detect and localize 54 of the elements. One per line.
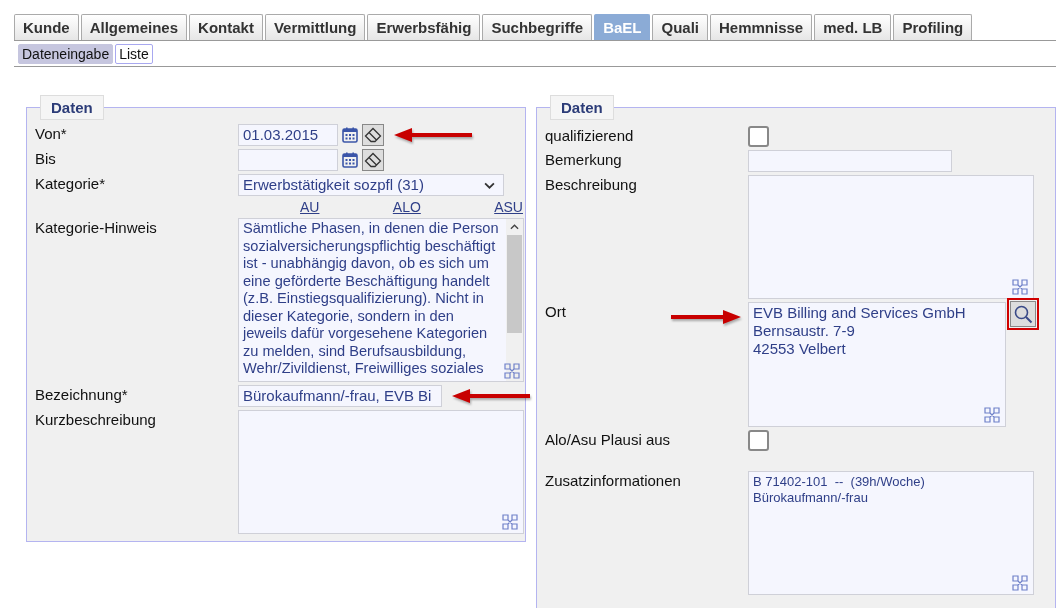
eraser-icon (364, 126, 382, 144)
address-area[interactable]: EVB Billing and Services GmbH Bernsaustr. 7-9 42553 Velbert (748, 302, 1006, 427)
text-field[interactable] (748, 150, 952, 172)
tab[interactable]: Erwerbsfähig (367, 14, 481, 40)
field-label: Von* (35, 124, 67, 144)
link[interactable]: ALO (392, 199, 421, 215)
panel-title: Daten (40, 95, 104, 120)
field-label: Bezeichnung* (35, 385, 128, 405)
link[interactable]: AU (300, 199, 320, 215)
subtab[interactable]: Liste (115, 44, 153, 64)
tab[interactable]: Quali (652, 14, 708, 40)
calendar-icon[interactable] (342, 152, 358, 168)
tab[interactable]: Hemmnisse (710, 14, 813, 40)
link[interactable]: ASU (494, 199, 523, 215)
tab[interactable]: Profiling (893, 14, 973, 40)
resize-grip-icon[interactable] (1012, 575, 1028, 591)
field-label: Ort (545, 302, 566, 322)
clear-button[interactable] (362, 149, 384, 171)
date-field[interactable]: 01.03.2015 (238, 124, 338, 146)
category-dropdown[interactable]: Erwerbstätigkeit sozpfl (31) (238, 174, 504, 196)
text-area[interactable]: Sämtliche Phasen, in denen die Person sozialversicherungspflichtig beschäftigt ist - unabhängig davon, ob es sich um eine geförderte Beschäftigung handelt (z.B. Einstiegsqualifizierung). Nicht in dieser Kategorie, sondern in den jeweils dafür vorgesehene Kategorien zu melden, sind Berufsausbildung, Wehr/Zivildienst, Freiwilliges soziales (238, 218, 524, 382)
scroll-up-icon[interactable] (510, 224, 519, 230)
resize-grip-icon[interactable] (1012, 279, 1028, 295)
field-label: Bis (35, 149, 56, 169)
date-field[interactable] (238, 149, 338, 171)
search-icon (1013, 304, 1033, 324)
field-label: Bemerkung (545, 150, 622, 170)
tab[interactable]: Kontakt (189, 14, 263, 40)
calendar-icon[interactable] (342, 127, 358, 143)
field-label: Zusatzinformationen (545, 471, 681, 491)
scrollbar[interactable] (506, 219, 523, 381)
text-area[interactable]: B 71402-101 -- (39h/Woche) Bürokaufmann/-frau (748, 471, 1034, 595)
tab[interactable]: Kunde (14, 14, 79, 40)
resize-grip-icon[interactable] (504, 363, 520, 379)
field-label: qualifizierend (545, 126, 634, 146)
tab[interactable]: med. LB (814, 14, 892, 40)
resize-grip-icon[interactable] (984, 407, 1000, 423)
text-field[interactable]: Bürokaufmann/-frau, EVB Bi (238, 385, 442, 407)
field-label: Kategorie* (35, 174, 106, 194)
panel-title: Daten (550, 95, 614, 120)
field-label: Kurzbeschreibung (35, 410, 156, 430)
eraser-icon (364, 151, 382, 169)
chevron-down-icon (484, 181, 495, 189)
tab[interactable]: Allgemeines (80, 14, 188, 40)
field-label: Kategorie-Hinweis (35, 218, 157, 238)
tab[interactable]: Suchbegriffe (482, 14, 593, 40)
resize-grip-icon[interactable] (502, 514, 518, 530)
field-label: Alo/Asu Plausi aus (545, 430, 671, 450)
checkbox[interactable] (748, 430, 769, 451)
tab[interactable]: Vermittlung (264, 14, 366, 40)
checkbox[interactable] (748, 126, 769, 147)
clear-button[interactable] (362, 124, 384, 146)
field-label: Beschreibung (545, 175, 637, 195)
subtab[interactable]: Dateneingabe (18, 44, 114, 64)
